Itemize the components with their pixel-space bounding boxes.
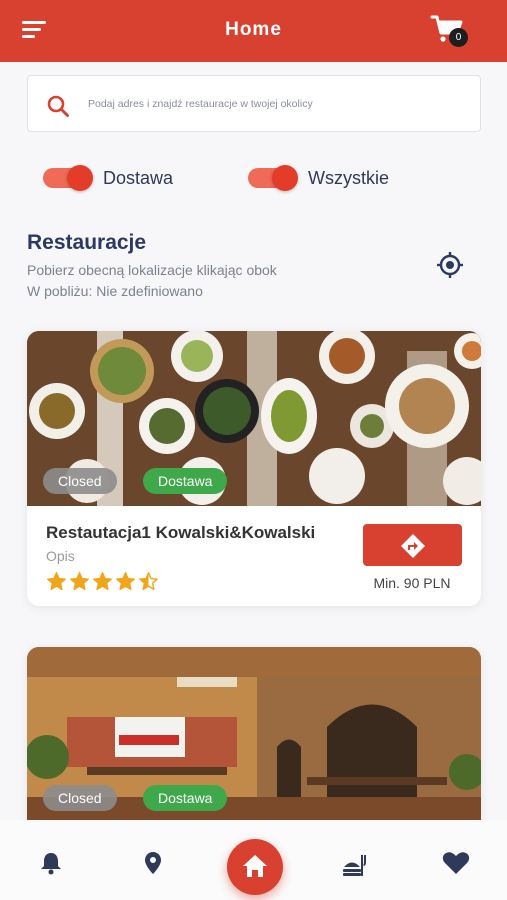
section-title: Restauracje [27, 231, 147, 254]
star-full-icon [47, 572, 66, 591]
delivery-badge: Dostawa [143, 468, 228, 494]
nav-map[interactable] [140, 850, 168, 878]
toggle-delivery-label: Dostawa [103, 167, 174, 188]
star-full-icon [116, 572, 135, 591]
nav-favorites[interactable] [442, 850, 470, 878]
restaurant-card[interactable]: Closed Dostawa Restautacja1 Kowalski&Kow… [27, 331, 481, 606]
nav-food[interactable] [341, 850, 369, 878]
restaurant-card[interactable]: Closed Dostawa [27, 647, 481, 820]
restaurant-description: Opis [46, 548, 75, 564]
toggle-knob [272, 165, 298, 191]
directions-button[interactable] [363, 524, 462, 566]
delivery-badge: Dostawa [143, 785, 228, 811]
bottom-navigation [0, 820, 507, 900]
food-icon [343, 855, 366, 876]
location-hint: Pobierz obecną lokalizacje klikając obok [27, 262, 277, 278]
heart-icon [442, 852, 470, 874]
status-badge: Closed [43, 785, 117, 811]
toggle-all[interactable]: Wszystkie [248, 164, 389, 192]
rating-stars [46, 571, 159, 592]
cart-count-badge: 0 [449, 28, 468, 47]
toggle-switch[interactable] [248, 165, 298, 191]
star-full-icon [93, 572, 112, 591]
directions-icon [401, 534, 425, 558]
toggle-switch[interactable] [43, 165, 93, 191]
toggle-delivery[interactable]: Dostawa [43, 164, 173, 192]
toggle-all-label: Wszystkie [308, 167, 389, 188]
search-icon [47, 95, 69, 117]
map-pin-icon [145, 852, 161, 874]
crosshair-icon [437, 252, 463, 278]
nav-home[interactable] [227, 839, 283, 895]
search-input[interactable] [88, 91, 468, 117]
app-header: Home 0 [0, 0, 507, 62]
min-order: Min. 90 PLN [373, 575, 451, 591]
toggle-knob [67, 165, 93, 191]
restaurant-name: Restautacja1 Kowalski&Kowalski [46, 523, 316, 542]
star-half-icon [139, 572, 158, 591]
nearby-status: W pobliżu: Nie zdefiniowano [27, 283, 203, 299]
search-bar [27, 75, 481, 132]
bell-icon [41, 853, 61, 875]
star-full-icon [70, 572, 89, 591]
locate-button[interactable] [435, 250, 465, 280]
cart-button[interactable]: 0 [430, 14, 474, 48]
home-icon [243, 855, 267, 877]
status-badge: Closed [43, 468, 117, 494]
nav-notifications[interactable] [38, 850, 66, 878]
